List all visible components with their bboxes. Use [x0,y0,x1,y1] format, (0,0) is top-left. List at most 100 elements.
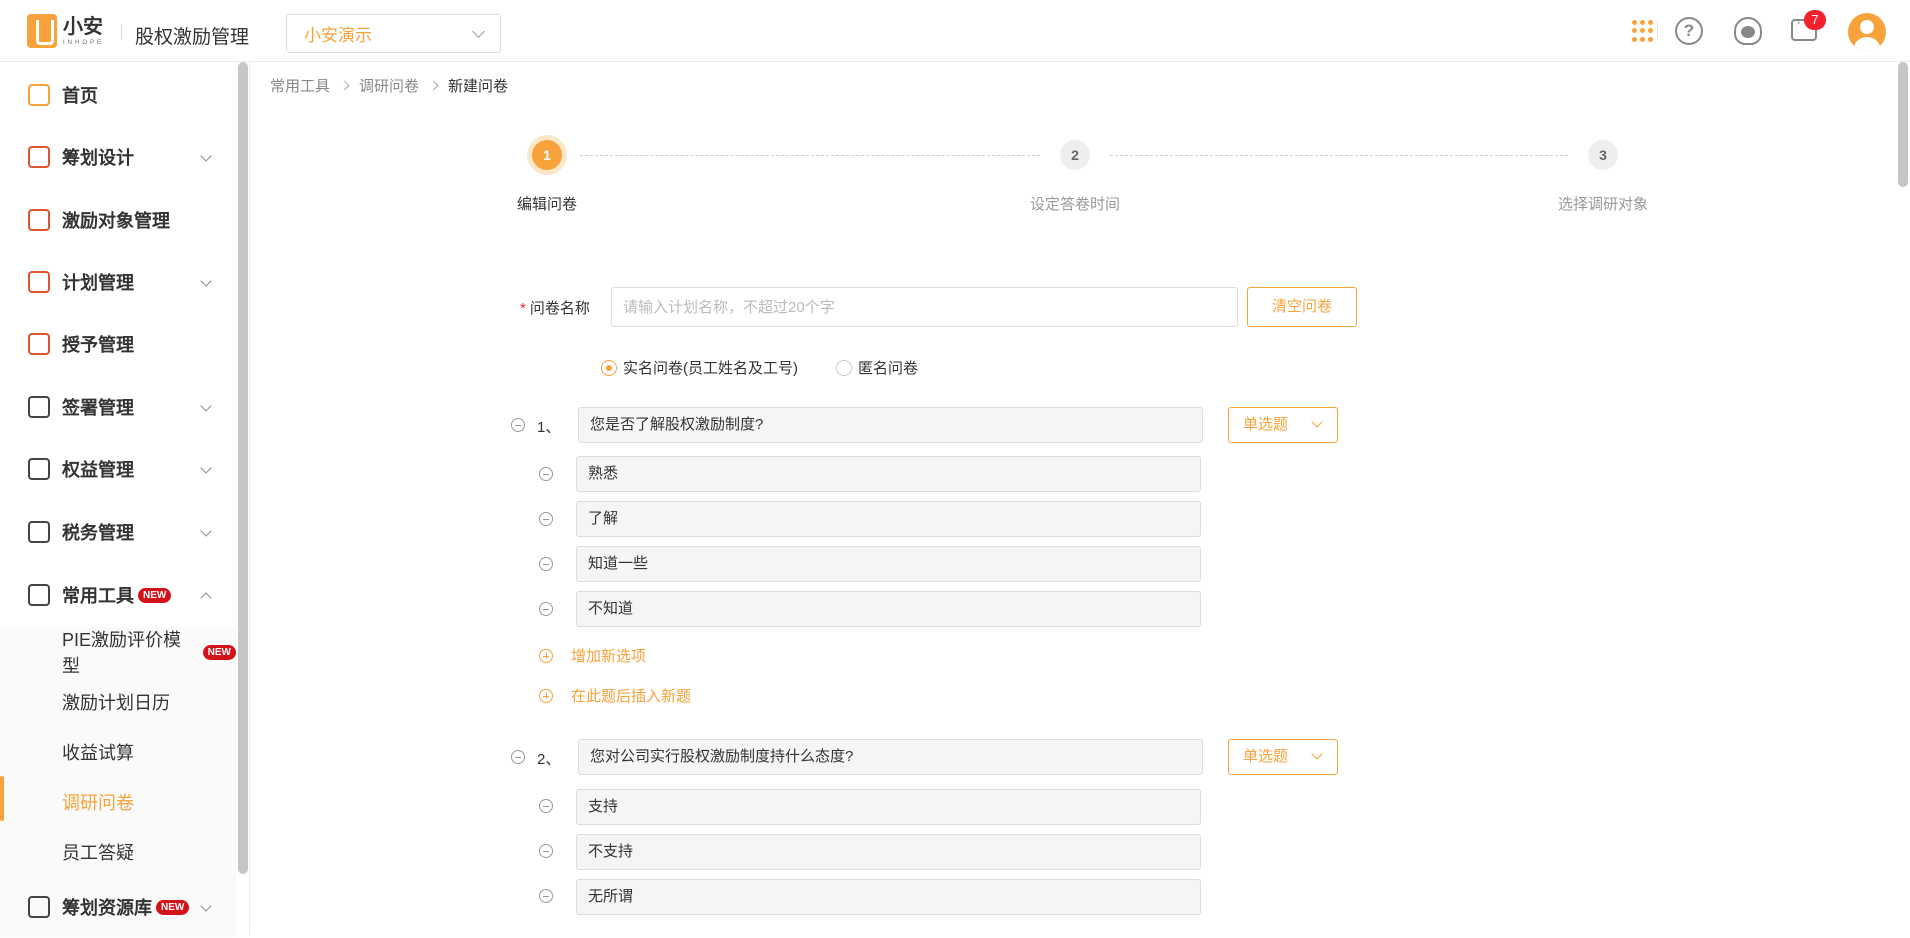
option-input[interactable]: 熟悉 [576,456,1201,492]
org-select-value: 小安演示 [304,26,372,45]
question-title-input[interactable]: 您对公司实行股权激励制度持什么态度? [578,739,1203,775]
radio-label: 实名问卷(员工姓名及工号) [623,360,798,377]
document-icon [28,333,50,355]
sidebar-scrollbar[interactable] [238,62,248,874]
help-icon[interactable]: ? [1675,17,1703,45]
question-type-select[interactable]: 单选题 [1228,739,1338,775]
sidebar-item-label: 筹划设计 [62,148,134,168]
remove-option-icon[interactable] [539,602,553,616]
sidebar-item-plan-management[interactable]: 计划管理 [0,251,236,313]
sidebar-subitem-incentive-calendar[interactable]: 激励计划日历 [0,677,236,727]
question-type-select[interactable]: 单选题 [1228,407,1338,443]
org-select[interactable]: 小安演示 [286,14,501,53]
clear-survey-button[interactable]: 清空问卷 [1247,287,1357,327]
remove-option-icon[interactable] [539,889,553,903]
step-connector [580,155,1040,156]
chevron-down-icon [200,525,212,537]
sidebar-subitem-label: 调研问卷 [62,793,134,813]
sidebar-item-signing-management[interactable]: 签署管理 [0,376,236,438]
remove-option-icon[interactable] [539,557,553,571]
equity-icon [28,458,50,480]
chevron-right-icon [339,80,350,91]
option-input[interactable]: 支持 [576,789,1201,825]
steps-indicator: 1 2 3 编辑问卷 设定答卷时间 选择调研对象 [500,140,1648,220]
add-option-link[interactable]: 增加新选项 [539,645,646,666]
sidebar-item-grant-management[interactable]: 授予管理 [0,313,236,375]
chevron-down-icon [1311,416,1323,428]
sidebar-item-planning-design[interactable]: 筹划设计 [0,126,236,188]
option-input[interactable]: 了解 [576,501,1201,537]
active-indicator [0,776,4,821]
remove-option-icon[interactable] [539,512,553,526]
sidebar-item-home[interactable]: 首页 [0,64,236,126]
step-2-label: 设定答卷时间 [1029,196,1121,213]
sidebar-subitem-income-trial[interactable]: 收益试算 [0,727,236,777]
home-icon [28,84,50,106]
breadcrumb-item[interactable]: 调研问卷 [359,75,419,96]
sidebar-subitem-label: PIE激励评价模型 [62,630,182,676]
breadcrumb-item[interactable]: 常用工具 [270,75,330,96]
sidebar-item-label: 权益管理 [62,460,134,480]
step-2-circle: 2 [1060,140,1090,170]
sidebar-item-equity-management[interactable]: 权益管理 [0,438,236,500]
question-number: 1、 [537,419,561,436]
sidebar-item-label: 常用工具 [62,586,134,606]
sidebar-subitem-pie-model[interactable]: PIE激励评价模型 NEW [0,627,236,677]
sidebar-subitem-label: 激励计划日历 [62,693,170,713]
chevron-down-icon [200,275,212,287]
sidebar-item-common-tools[interactable]: 常用工具 NEW [0,564,236,626]
main-scrollbar[interactable] [1898,62,1908,187]
option-input[interactable]: 无所谓 [576,879,1201,915]
sidebar-subitem-label: 员工答疑 [62,843,134,863]
remove-option-icon[interactable] [539,467,553,481]
sidebar-item-label: 税务管理 [62,523,134,543]
step-3-label: 选择调研对象 [1557,196,1649,213]
logo[interactable]: 小安 INHOPE [27,14,104,48]
user-avatar-icon[interactable] [1848,13,1886,51]
new-badge: NEW [156,899,190,915]
chevron-down-icon [472,24,485,38]
plus-circle-icon [539,688,553,703]
logo-mark-icon [27,14,57,48]
remove-option-icon[interactable] [539,799,553,813]
radio-realname[interactable]: 实名问卷(员工姓名及工号) [601,357,798,378]
sidebar-item-incentive-targets[interactable]: 激励对象管理 [0,189,236,251]
option-input[interactable]: 不知道 [576,591,1201,627]
radio-anonymous[interactable]: 匿名问卷 [836,357,918,378]
remove-question-icon[interactable] [511,418,525,432]
step-3-circle: 3 [1588,140,1618,170]
chevron-down-icon [200,400,212,412]
radio-label: 匿名问卷 [858,360,919,377]
new-badge: NEW [202,644,236,660]
chevron-down-icon [200,150,212,162]
sidebar-item-label: 授予管理 [62,335,134,355]
apps-icon [28,271,50,293]
survey-name-input[interactable] [611,287,1238,327]
support-headset-icon[interactable] [1734,17,1762,45]
question-type-value: 单选题 [1243,748,1289,765]
survey-name-label: * 问卷名称 [520,297,590,318]
question-title-input[interactable]: 您是否了解股权激励制度? [578,407,1203,443]
message-count-badge: 7 [1804,10,1826,30]
sidebar-subitem-label: 收益试算 [62,743,134,763]
question-number: 2、 [537,751,561,768]
remove-option-icon[interactable] [539,844,553,858]
insert-question-link[interactable]: 在此题后插入新题 [539,685,691,706]
required-mark: * [520,300,526,317]
sidebar-subitem-survey[interactable]: 调研问卷 [0,777,236,827]
chevron-up-icon [200,592,212,604]
top-header: 小安 INHOPE 股权激励管理 小安演示 ? 7 [0,0,1910,62]
sidebar-item-resource-library[interactable]: 筹划资源库 NEW [0,876,236,938]
sidebar-item-label: 筹划资源库 [62,898,152,918]
survey-name-label-text: 问卷名称 [529,300,590,317]
option-input[interactable]: 不支持 [576,834,1201,870]
sidebar-item-tax-management[interactable]: 税务管理 [0,501,236,563]
option-input[interactable]: 知道一些 [576,546,1201,582]
chevron-right-icon [428,80,439,91]
header-divider [121,24,122,40]
remove-question-icon[interactable] [511,750,525,764]
insert-question-label: 在此题后插入新题 [571,688,692,705]
sidebar-subitem-employee-qa[interactable]: 员工答疑 [0,827,236,877]
tax-icon [28,521,50,543]
apps-grid-icon[interactable] [1629,17,1657,45]
